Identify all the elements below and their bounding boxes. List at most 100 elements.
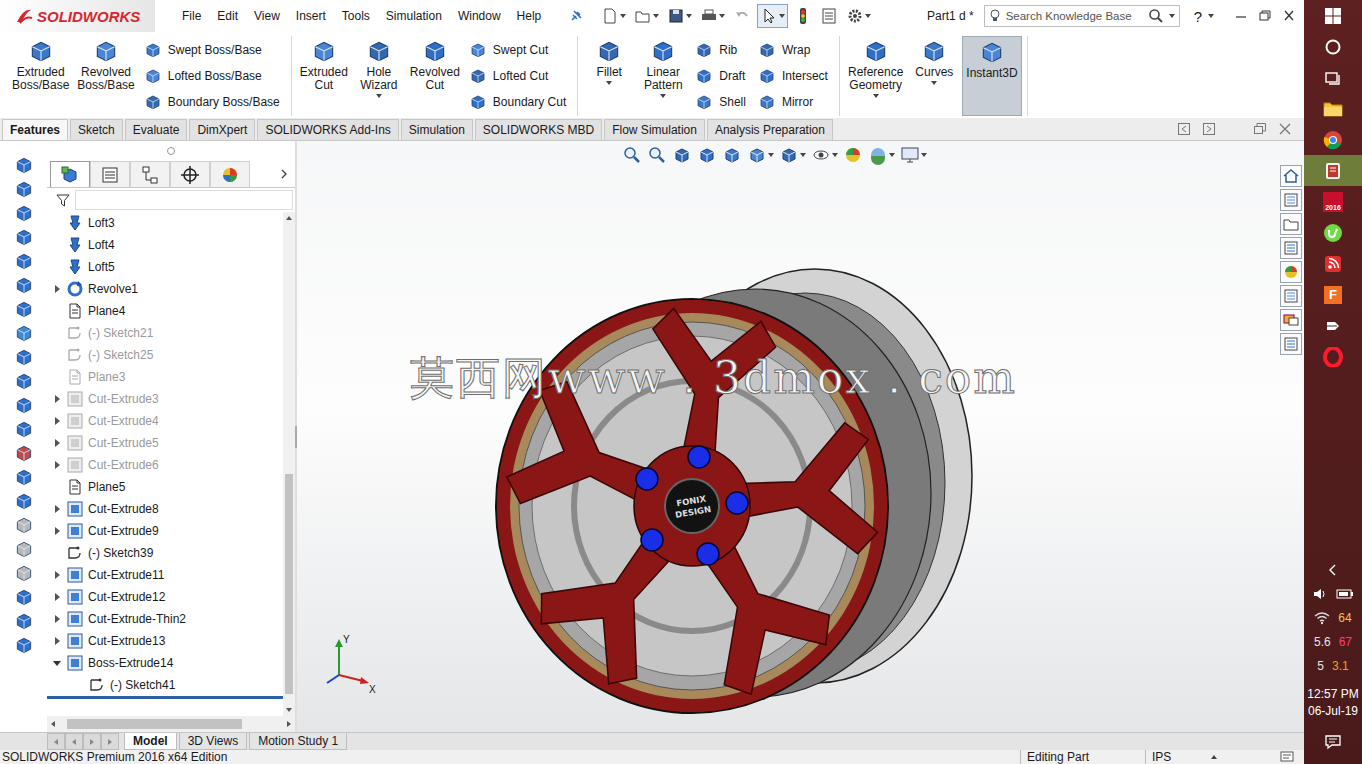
- menu-item[interactable]: Simulation: [378, 9, 450, 23]
- ribbon-command[interactable]: Swept Cut: [469, 38, 566, 61]
- viewport-close-icon[interactable]: [1278, 122, 1292, 136]
- ribbon-command[interactable]: Lofted Cut: [469, 64, 566, 87]
- tool-button[interactable]: [13, 563, 35, 583]
- manager-tab[interactable]: [90, 161, 130, 187]
- help-button[interactable]: ?: [1194, 8, 1202, 25]
- save-button[interactable]: [665, 5, 694, 27]
- tool-button[interactable]: [13, 227, 35, 247]
- tool-button[interactable]: [13, 395, 35, 415]
- command-tab[interactable]: Sketch: [70, 119, 123, 140]
- more-tabs-icon[interactable]: [279, 168, 289, 180]
- forum-tab[interactable]: [1280, 309, 1302, 331]
- undo-button[interactable]: [731, 5, 753, 27]
- tree-item[interactable]: Loft4: [47, 234, 283, 256]
- tool-button[interactable]: [13, 323, 35, 343]
- ribbon-command[interactable]: Boundary Boss/Base: [144, 90, 280, 113]
- tree-item[interactable]: Plane4: [47, 300, 283, 322]
- wifi-icon[interactable]: [1314, 611, 1330, 625]
- tool-button[interactable]: [13, 275, 35, 295]
- previous-doc-icon[interactable]: [1177, 122, 1191, 136]
- tool-button[interactable]: [13, 587, 35, 607]
- expander[interactable]: [50, 388, 64, 410]
- manager-tab[interactable]: [130, 161, 170, 187]
- usb-button[interactable]: [1304, 310, 1362, 341]
- tab-scroll-button[interactable]: [83, 733, 101, 750]
- expander[interactable]: [50, 520, 64, 542]
- close-icon[interactable]: [1278, 8, 1300, 24]
- command-tab[interactable]: SOLIDWORKS Add-Ins: [257, 119, 398, 140]
- tab-scroll-button[interactable]: [65, 733, 83, 750]
- chat-tab[interactable]: [1280, 333, 1302, 355]
- expander[interactable]: [50, 410, 64, 432]
- ribbon-command[interactable]: Wrap: [758, 38, 828, 61]
- expander[interactable]: [50, 278, 64, 300]
- search-field[interactable]: Search Knowledge Base: [984, 5, 1180, 27]
- app-logo[interactable]: SOLIDWORKS: [0, 0, 155, 32]
- command-tab[interactable]: Features: [2, 119, 68, 140]
- start-button[interactable]: [1304, 0, 1362, 31]
- folder-tab[interactable]: [1280, 213, 1302, 235]
- tree-item[interactable]: Cut-Extrude6: [47, 454, 283, 476]
- tool-button[interactable]: [13, 491, 35, 511]
- ribbon-command[interactable]: Swept Boss/Base: [144, 38, 280, 61]
- rebuild-button[interactable]: [792, 5, 814, 27]
- zoom-button[interactable]: [647, 145, 667, 165]
- expander[interactable]: [50, 454, 64, 476]
- ribbon-command[interactable]: Boundary Cut: [469, 90, 566, 113]
- ribbon-command[interactable]: Draft: [695, 64, 746, 87]
- horizontal-scrollbar[interactable]: [47, 716, 295, 732]
- tree-item[interactable]: Cut-Extrude9: [47, 520, 283, 542]
- tree-item[interactable]: Revolve1: [47, 278, 283, 300]
- restore-icon[interactable]: [1254, 8, 1276, 24]
- menu-item[interactable]: Help: [509, 9, 550, 23]
- search-button[interactable]: [1304, 31, 1362, 62]
- new-button[interactable]: [599, 5, 628, 27]
- battery-icon[interactable]: [1336, 588, 1354, 600]
- ribbon-command[interactable]: Rib: [695, 38, 746, 61]
- menu-item[interactable]: Tools: [334, 9, 378, 23]
- command-tab[interactable]: Simulation: [401, 119, 473, 140]
- tool-button[interactable]: [13, 155, 35, 175]
- app-red-button[interactable]: [1304, 155, 1362, 186]
- tool-button[interactable]: [13, 539, 35, 559]
- ribbon-command[interactable]: Extruded Boss/Base: [9, 36, 72, 116]
- minimize-icon[interactable]: [1230, 8, 1252, 24]
- pin-icon[interactable]: [569, 9, 583, 23]
- chrome-button[interactable]: [1304, 124, 1362, 155]
- scene-button[interactable]: [868, 145, 895, 165]
- units-selector[interactable]: IPS: [1145, 750, 1270, 764]
- tab-scroll-button[interactable]: [47, 733, 65, 750]
- tool-button[interactable]: [13, 515, 35, 535]
- manager-tab[interactable]: [170, 161, 210, 187]
- model-tab[interactable]: Motion Study 1: [249, 733, 347, 750]
- upwork-button[interactable]: [1304, 217, 1362, 248]
- orient-button[interactable]: [747, 145, 774, 165]
- monitor-button[interactable]: [900, 145, 927, 165]
- model-tab[interactable]: 3D Views: [179, 733, 247, 750]
- model-tab[interactable]: Model: [124, 733, 177, 750]
- palette-tab[interactable]: [1280, 237, 1302, 259]
- clock[interactable]: 12:57 PM 06-Jul-19: [1307, 686, 1358, 720]
- annot-button[interactable]: [722, 145, 742, 165]
- zoom-button[interactable]: [622, 145, 642, 165]
- tool-button[interactable]: [13, 299, 35, 319]
- menu-item[interactable]: Edit: [209, 9, 246, 23]
- model-canvas[interactable]: FONIXDESIGN 莫西网www．3dmox．com YX: [297, 141, 1278, 732]
- rollback-bar[interactable]: [47, 696, 283, 699]
- tool-button[interactable]: [13, 467, 35, 487]
- tree-item[interactable]: Cut-Extrude5: [47, 432, 283, 454]
- menu-item[interactable]: File: [174, 9, 209, 23]
- manager-tab[interactable]: [210, 161, 250, 187]
- menu-item[interactable]: View: [246, 9, 288, 23]
- tree-item[interactable]: Cut-Extrude11: [47, 564, 283, 586]
- tool-button[interactable]: [13, 611, 35, 631]
- section-button[interactable]: [697, 145, 717, 165]
- command-tab[interactable]: SOLIDWORKS MBD: [475, 119, 602, 140]
- expander[interactable]: [50, 498, 64, 520]
- tree-item[interactable]: Cut-Extrude12: [47, 586, 283, 608]
- ribbon-command[interactable]: Shell: [695, 90, 746, 113]
- vertical-scrollbar[interactable]: [283, 212, 295, 716]
- tree-item[interactable]: (-) Sketch25: [47, 344, 283, 366]
- ribbon-command[interactable]: Instant3D: [962, 36, 1021, 116]
- ribbon-command[interactable]: Mirror: [758, 90, 828, 113]
